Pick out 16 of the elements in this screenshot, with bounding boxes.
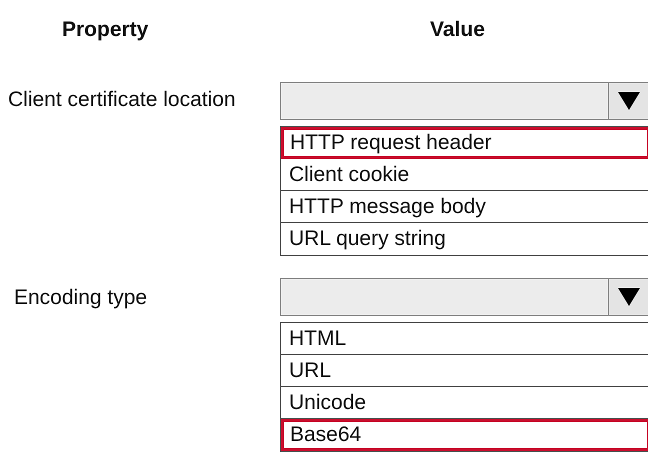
caret-icon [618,92,640,110]
caret-icon [618,288,640,306]
dropdown-option[interactable]: Unicode [281,387,648,419]
column-header: Value [430,18,485,41]
dropdown-option[interactable]: URL query string [281,223,648,255]
dropdown[interactable] [280,82,648,120]
dropdown[interactable] [280,278,648,316]
dropdown-option[interactable]: Client cookie [281,159,648,191]
dropdown-option[interactable]: HTTP request header [281,127,648,159]
dropdown-option[interactable]: URL [281,355,648,387]
column-header: Property [62,18,148,41]
dropdown-option[interactable]: HTML [281,323,648,355]
property-label: Encoding type [14,286,148,309]
dropdown-option[interactable]: HTTP message body [281,191,648,223]
property-label: Client certificate location [8,88,236,111]
dropdown-option[interactable]: Base64 [281,419,648,451]
